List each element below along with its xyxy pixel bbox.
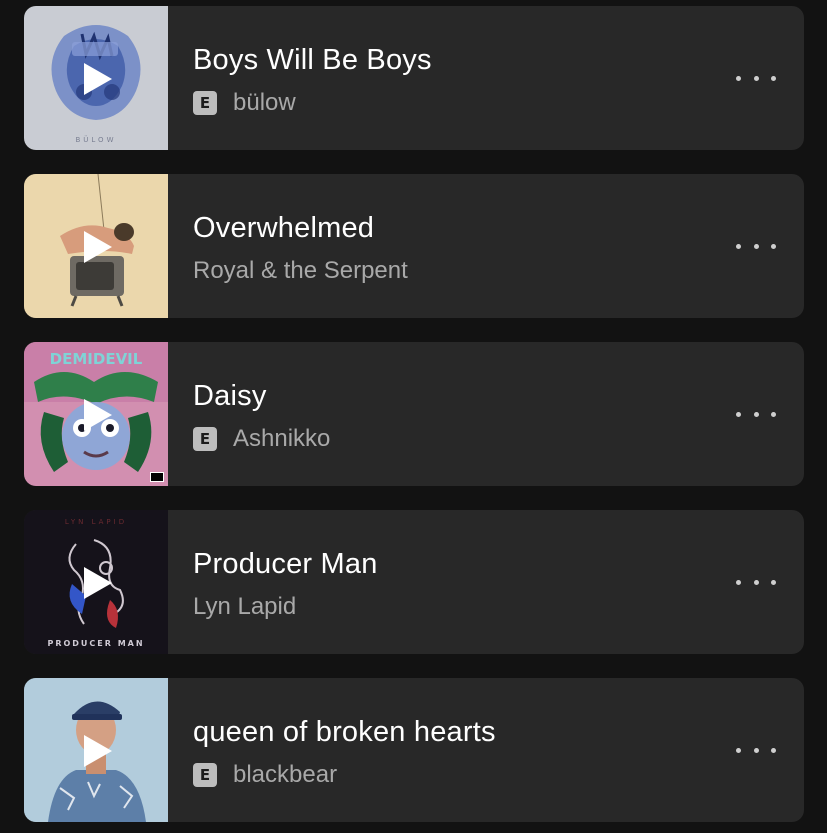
- track-card[interactable]: queen of broken hearts E blackbear: [24, 678, 804, 822]
- more-options-button[interactable]: [736, 568, 776, 596]
- track-title[interactable]: Overwhelmed: [193, 212, 374, 245]
- album-cover[interactable]: [24, 174, 168, 318]
- more-options-icon: [753, 747, 759, 753]
- artist-name[interactable]: blackbear: [233, 761, 337, 789]
- artist-name[interactable]: Ashnikko: [233, 425, 330, 453]
- play-icon[interactable]: [81, 229, 115, 265]
- track-title[interactable]: Producer Man: [193, 548, 378, 581]
- play-icon[interactable]: [81, 733, 115, 769]
- track-card[interactable]: Overwhelmed Royal & the Serpent: [24, 174, 804, 318]
- track-list: BÜLOW Boys Will Be Boys E bülow Overwhel…: [0, 0, 827, 833]
- more-options-icon: [771, 75, 776, 81]
- more-options-icon: [771, 747, 776, 753]
- track-subtitle: E blackbear: [193, 760, 337, 790]
- play-icon[interactable]: [81, 61, 115, 97]
- artist-name[interactable]: bülow: [233, 89, 296, 117]
- more-options-icon: [736, 579, 741, 585]
- track-subtitle: E bülow: [193, 88, 296, 118]
- more-options-button[interactable]: [736, 64, 776, 92]
- more-options-icon: [753, 75, 759, 81]
- explicit-badge: E: [193, 763, 217, 787]
- track-card[interactable]: DEMIDEVIL Daisy E Ashnikko: [24, 342, 804, 486]
- track-meta: Boys Will Be Boys E bülow: [193, 6, 714, 150]
- more-options-icon: [753, 411, 759, 417]
- play-icon[interactable]: [81, 565, 115, 601]
- track-subtitle: Royal & the Serpent: [193, 256, 408, 286]
- more-options-button[interactable]: [736, 232, 776, 260]
- more-options-icon: [753, 579, 759, 585]
- more-options-icon: [771, 411, 776, 417]
- play-icon[interactable]: [81, 397, 115, 433]
- artist-name[interactable]: Royal & the Serpent: [193, 257, 408, 285]
- track-title[interactable]: Boys Will Be Boys: [193, 44, 432, 77]
- track-card[interactable]: BÜLOW Boys Will Be Boys E bülow: [24, 6, 804, 150]
- more-options-icon: [736, 411, 741, 417]
- track-subtitle: Lyn Lapid: [193, 592, 296, 622]
- more-options-icon: [771, 243, 776, 249]
- track-card[interactable]: LYN LAPID PRODUCER MAN Producer Man Lyn …: [24, 510, 804, 654]
- more-options-icon: [736, 747, 741, 753]
- more-options-button[interactable]: [736, 400, 776, 428]
- album-cover[interactable]: LYN LAPID PRODUCER MAN: [24, 510, 168, 654]
- more-options-icon: [771, 579, 776, 585]
- explicit-badge: E: [193, 427, 217, 451]
- track-meta: Daisy E Ashnikko: [193, 342, 714, 486]
- cover-text: DEMIDEVIL: [50, 350, 143, 368]
- explicit-badge: E: [193, 91, 217, 115]
- track-meta: Overwhelmed Royal & the Serpent: [193, 174, 714, 318]
- track-title[interactable]: Daisy: [193, 380, 267, 413]
- track-title[interactable]: queen of broken hearts: [193, 716, 496, 749]
- album-cover[interactable]: DEMIDEVIL: [24, 342, 168, 486]
- more-options-button[interactable]: [736, 736, 776, 764]
- track-subtitle: E Ashnikko: [193, 424, 330, 454]
- track-meta: queen of broken hearts E blackbear: [193, 678, 714, 822]
- cover-text: PRODUCER MAN: [47, 639, 144, 648]
- more-options-icon: [753, 243, 759, 249]
- album-cover[interactable]: BÜLOW: [24, 6, 168, 150]
- cover-text-top: LYN LAPID: [65, 518, 127, 526]
- cover-text: BÜLOW: [75, 135, 116, 144]
- artist-name[interactable]: Lyn Lapid: [193, 593, 296, 621]
- more-options-icon: [736, 243, 741, 249]
- album-cover[interactable]: [24, 678, 168, 822]
- track-meta: Producer Man Lyn Lapid: [193, 510, 714, 654]
- more-options-icon: [736, 75, 741, 81]
